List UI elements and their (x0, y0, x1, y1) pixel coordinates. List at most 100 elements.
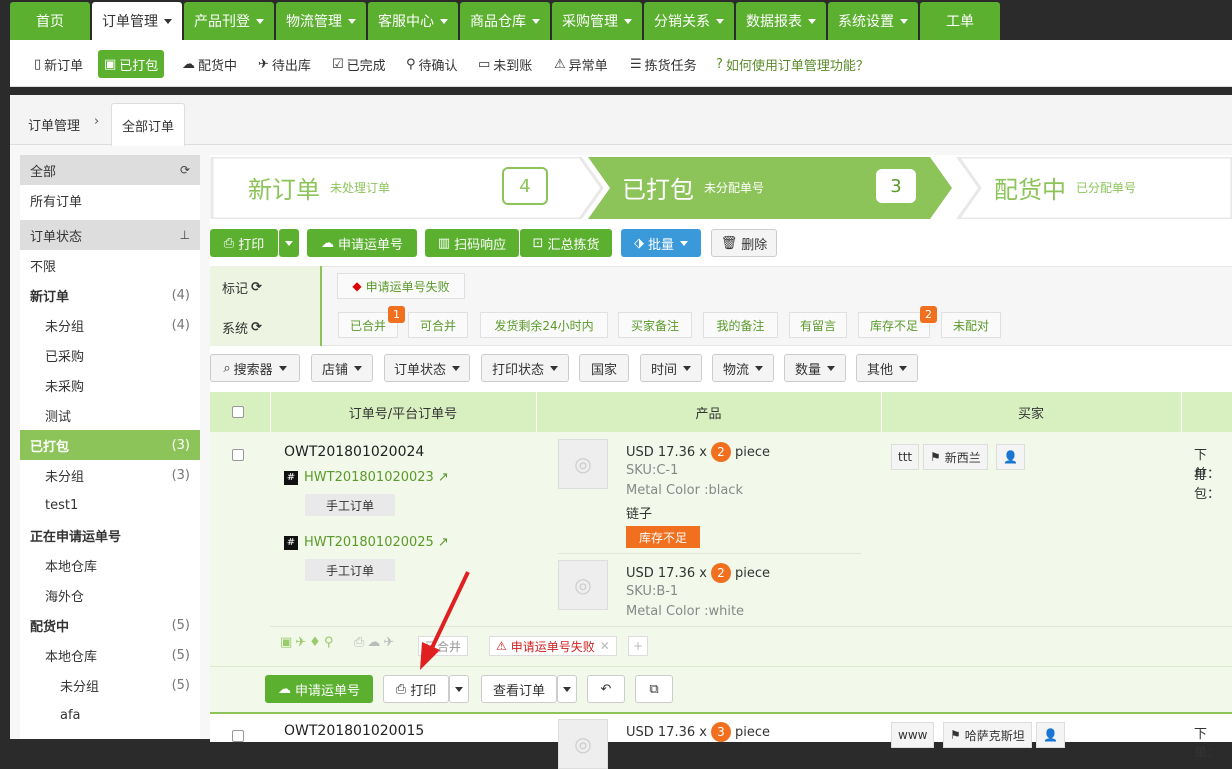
sub-order-link[interactable]: HWT201801020023 (304, 470, 434, 485)
tag-ship-within-24h[interactable]: 发货剩余24小时内 (480, 312, 608, 338)
subnav-picking[interactable]: ☁ 配货中 (182, 50, 237, 78)
undo-icon: ↶ (600, 681, 612, 697)
delete-button[interactable]: 🗑 删除 (711, 229, 777, 257)
merged-count-badge: 1 (388, 306, 405, 323)
undo-button[interactable]: ↶ (587, 675, 625, 703)
subnav-completed[interactable]: ☑ 已完成 (332, 50, 386, 78)
add-tag-button[interactable]: + (628, 636, 648, 656)
print-dropdown-toggle[interactable] (279, 229, 299, 257)
sidebar-not-purchased[interactable]: 未采购 (20, 370, 200, 400)
buyer-name[interactable]: www (891, 722, 935, 748)
buyer-profile-button[interactable]: 👤 (996, 444, 1025, 470)
sidebar-afa[interactable]: afa (20, 700, 200, 730)
print-status-dropdown[interactable]: 打印状态 (481, 354, 569, 382)
product-image-placeholder[interactable]: ◎ (558, 719, 608, 769)
nav-home[interactable]: 首页 (10, 2, 90, 40)
tag-buyer-note[interactable]: 买家备注 (618, 312, 692, 338)
copy-button[interactable]: ⧉ (635, 675, 673, 703)
view-order-button[interactable]: 查看订单 (481, 675, 557, 703)
tab-all-orders[interactable]: 全部订单 (111, 103, 185, 146)
subnav-pending-outbound[interactable]: ✈ 待出库 (258, 50, 311, 78)
subnav-new-order[interactable]: ▯ 新订单 (34, 50, 83, 78)
nav-distribution[interactable]: 分销关系 (644, 2, 734, 40)
product-image-placeholder[interactable]: ◎ (558, 560, 608, 610)
time-dropdown[interactable]: 时间 (640, 354, 702, 382)
refresh-icon[interactable]: ⟳ (180, 163, 190, 177)
view-order-dropdown-toggle[interactable] (557, 675, 577, 703)
external-link-icon[interactable]: ↗ (438, 470, 449, 485)
logistics-dropdown[interactable]: 物流 (712, 354, 774, 382)
nav-warehouse[interactable]: 商品仓库 (460, 2, 550, 40)
sidebar-test[interactable]: 测试 (20, 400, 200, 430)
buyer-name[interactable]: ttt (891, 444, 920, 470)
product-image-placeholder[interactable]: ◎ (558, 439, 608, 489)
order-id[interactable]: OWT201801020015 (284, 723, 424, 739)
nav-order-management[interactable]: 订单管理 (92, 2, 182, 40)
apply-tracking-button[interactable]: ☁ 申请运单号 (307, 229, 417, 257)
sub-order-link[interactable]: HWT201801020025 (304, 535, 434, 550)
order-id[interactable]: OWT201801020024 (284, 444, 424, 460)
tag-has-message[interactable]: 有留言 (789, 312, 847, 338)
tag-my-note[interactable]: 我的备注 (703, 312, 778, 338)
subnav-pending-confirm[interactable]: ⚲ 待确认 (406, 50, 458, 78)
tag-mergeable[interactable]: 可合并 (408, 312, 468, 338)
nav-logistics[interactable]: 物流管理 (276, 2, 366, 40)
sidebar-unassigned[interactable]: 未分组 (4) (20, 310, 200, 340)
row-checkbox[interactable] (232, 730, 244, 742)
sidebar-purchased[interactable]: 已采购 (20, 340, 200, 370)
step-new-order[interactable]: 新订单 未处理订单 (248, 157, 390, 217)
nav-customer-service[interactable]: 客服中心 (368, 2, 458, 40)
select-all-checkbox[interactable] (232, 406, 244, 418)
quantity-dropdown[interactable]: 数量 (784, 354, 846, 382)
merged-tag[interactable]: 已合并 (418, 636, 469, 656)
batch-button[interactable]: ⬗ 批量 (621, 229, 701, 257)
sidebar-new-order[interactable]: 新订单 (4) (20, 280, 200, 310)
refresh-icon[interactable]: ⟳ (251, 280, 262, 295)
sidebar-order-status[interactable]: 订单状态 ⊥ (20, 220, 200, 250)
nav-reports[interactable]: 数据报表 (736, 2, 826, 40)
nav-product-listing[interactable]: 产品刊登 (184, 2, 274, 40)
summary-pick-button[interactable]: ⊡ 汇总拣货 (520, 229, 612, 257)
step-picking[interactable]: 配货中 已分配单号 (994, 157, 1136, 217)
sidebar-overseas-warehouse[interactable]: 海外仓 (20, 580, 200, 610)
sidebar-applying[interactable]: 正在申请运单号 (20, 520, 200, 550)
sidebar-all[interactable]: 全部 ⟳ (20, 155, 200, 185)
row-checkbox[interactable] (232, 449, 244, 461)
apply-failed-tag[interactable]: ⚠ 申请运单号失败 ✕ (489, 636, 617, 656)
sidebar-packed-unassigned[interactable]: 未分组 (3) (20, 460, 200, 490)
store-dropdown[interactable]: 店铺 (311, 354, 373, 382)
sidebar-picking[interactable]: 配货中 (5) (20, 610, 200, 640)
subnav-help-link[interactable]: ? 如何使用订单管理功能？ (716, 50, 869, 78)
sidebar-test1[interactable]: test1 (20, 490, 200, 520)
print-button[interactable]: ⎙ 打印 (210, 229, 278, 257)
subnav-pick-task[interactable]: ☰ 拣货任务 (630, 50, 697, 78)
buyer-profile-button[interactable]: 👤 (1036, 722, 1065, 748)
subnav-unpaid[interactable]: ▭ 未到账 (478, 50, 532, 78)
tag-unmatched[interactable]: 未配对 (941, 312, 1001, 338)
sidebar-packed[interactable]: 已打包 (3) (20, 430, 200, 460)
subnav-packed[interactable]: ▣ 已打包 (98, 50, 165, 78)
row-print-button[interactable]: ⎙ 打印 (383, 675, 449, 703)
sidebar-picking-unassigned[interactable]: 未分组 (5) (20, 670, 200, 700)
external-link-icon[interactable]: ↗ (438, 535, 449, 550)
nav-settings[interactable]: 系统设置 (828, 2, 918, 40)
subnav-abnormal[interactable]: ⚠ 异常单 (554, 50, 608, 78)
row-print-dropdown-toggle[interactable] (449, 675, 469, 703)
refresh-icon[interactable]: ⟳ (251, 320, 262, 335)
country-filter[interactable]: 国家 (579, 354, 629, 382)
nav-tickets[interactable]: 工单 (920, 2, 1000, 40)
step-packed[interactable]: 已打包 未分配单号 (622, 157, 764, 217)
sidebar-unlimited[interactable]: 不限 (20, 250, 200, 280)
breadcrumb-root[interactable]: 订单管理 (28, 115, 80, 134)
apply-tracking-button[interactable]: ☁ 申请运单号 (265, 675, 373, 703)
other-dropdown[interactable]: 其他 (856, 354, 918, 382)
close-icon[interactable]: ✕ (600, 639, 610, 653)
sidebar-picking-local[interactable]: 本地仓库 (5) (20, 640, 200, 670)
nav-purchasing[interactable]: 采购管理 (552, 2, 642, 40)
order-status-dropdown[interactable]: 订单状态 (384, 354, 470, 382)
searcher-dropdown[interactable]: ⌕ 搜索器 (210, 354, 300, 382)
sidebar-all-orders[interactable]: 所有订单 (20, 185, 200, 215)
tag-apply-failed[interactable]: ◆ 申请运单号失败 (337, 273, 465, 299)
sidebar-local-warehouse[interactable]: 本地仓库 (20, 550, 200, 580)
scan-response-button[interactable]: ▥ 扫码响应 (425, 229, 519, 257)
